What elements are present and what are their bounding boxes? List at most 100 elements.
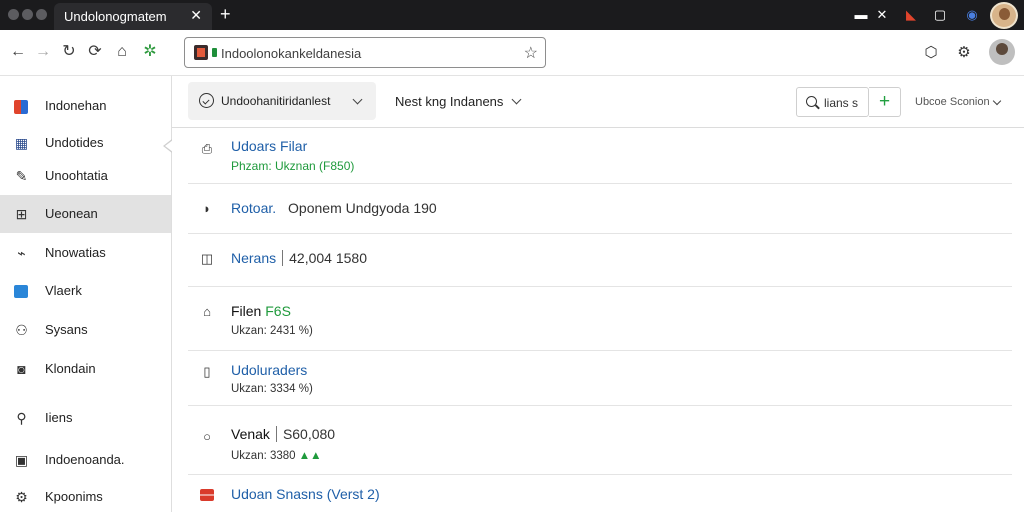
list-item[interactable]: ⎙ Udoars Filar Phzam: Ukznan (F850): [188, 128, 1012, 184]
row-detail: 42,004 1580: [289, 250, 367, 266]
gear-icon: ⚙: [15, 489, 28, 505]
keyboard-icon: ▦: [14, 135, 29, 151]
list-item[interactable]: ○ Venak S60,080 Ukzan: 3380 ▲▲: [188, 406, 1012, 475]
flag-icon: [200, 489, 214, 501]
address-bar[interactable]: Indoolonokankeldanesia ☆: [184, 37, 546, 68]
chevron-down-icon[interactable]: [992, 96, 1002, 106]
sidebar-item-label: Indonehan: [45, 98, 107, 113]
reload-icon[interactable]: ↻: [59, 42, 79, 62]
row-title-group: Filen F6S: [231, 303, 291, 319]
settings-icon[interactable]: ⚙: [955, 43, 973, 61]
sidebar-item-7[interactable]: ◙ Klondain: [0, 350, 171, 388]
row-subtitle: Ukzan: 2431 %): [231, 325, 313, 337]
row-title[interactable]: Venak: [231, 426, 270, 442]
browser-tab[interactable]: Undolonogmatem ✕: [54, 3, 212, 30]
chevron-down-icon: [352, 94, 363, 105]
row-title[interactable]: Udoluraders: [231, 362, 307, 378]
sidebar-item-label: Kpoonims: [45, 489, 103, 504]
sidebar-item-6[interactable]: ⚇ Sysans: [0, 311, 171, 349]
search-button-label: lians s: [824, 96, 859, 110]
sidebar-item-label: Klondain: [45, 361, 96, 376]
tab-title: Undolonogmatem: [64, 9, 167, 24]
sidebar-item-label: Indoenoanda.: [45, 452, 125, 467]
camera-icon: ◙: [17, 361, 26, 377]
lock-icon[interactable]: [212, 48, 217, 57]
home-icon[interactable]: ⌂: [112, 42, 132, 62]
list-item[interactable]: ⌂ Filen F6S Ukzan: 2431 %): [188, 287, 1012, 351]
sidebar-item-10[interactable]: ⚙ Kpoonims: [0, 478, 171, 516]
row-title-group: Venak S60,080: [231, 426, 335, 442]
row-subtitle: Ukzan: 3380: [231, 450, 296, 462]
row-title[interactable]: Nerans: [231, 250, 276, 266]
site-favicon-icon: [194, 45, 208, 60]
row-subtitle: Phzam: Ukznan (F850): [231, 159, 355, 173]
moon-icon: ◗: [203, 201, 211, 216]
window-maximize-dot[interactable]: [36, 9, 47, 20]
people-icon: ⚇: [15, 322, 28, 338]
list-item[interactable]: Udoan Snasns (Verst 2): [188, 475, 1012, 512]
clipboard-icon: ⎙: [201, 141, 213, 156]
collapse-caret-icon[interactable]: [163, 139, 173, 153]
second-dropdown-label[interactable]: Nest kng Indanens: [395, 94, 503, 109]
row-title[interactable]: Udoars Filar: [231, 138, 307, 154]
sidebar-item-4[interactable]: ⌁ Nnowatias: [0, 234, 171, 272]
browser-titlebar: Undolonogmatem ✕ + ▬ ✕ ◣ ▢ ◉: [0, 0, 1024, 30]
cast-icon[interactable]: ◣: [903, 6, 919, 24]
chevron-down-icon[interactable]: [511, 94, 522, 105]
divider: [282, 250, 284, 266]
url-text[interactable]: Indoolonokankeldanesia: [221, 46, 361, 61]
sidebar-item-label: Vlaerk: [45, 283, 82, 298]
row-title[interactable]: Rotoar.: [231, 200, 276, 216]
extension-icon[interactable]: ✲: [140, 42, 160, 62]
row-title[interactable]: Filen: [231, 303, 261, 319]
sort-dropdown-label[interactable]: Ubcoe Sconion: [915, 96, 990, 108]
new-tab-button[interactable]: +: [220, 4, 231, 24]
window-close-dot[interactable]: [8, 9, 19, 20]
sidebar-item-label: Sysans: [45, 322, 88, 337]
sidebar-item-8[interactable]: ⚲ Iiens: [0, 399, 171, 437]
circle-icon: ○: [203, 429, 211, 444]
window-minimize-dot[interactable]: [22, 9, 33, 20]
list-item[interactable]: ▯ Udoluraders Ukzan: 3334 %): [188, 351, 1012, 406]
file-icon: ▯: [203, 364, 211, 379]
minimize-icon[interactable]: ▬: [853, 6, 869, 24]
row-title-group: Nerans 42,004 1580: [231, 250, 367, 266]
row-subtitle-group: Ukzan: 3380 ▲▲: [231, 450, 322, 462]
tab-close-icon[interactable]: ✕: [190, 7, 202, 24]
sidebar-item-2[interactable]: ✎ Unoohtatia: [0, 157, 171, 195]
sidebar-item-label: Iiens: [45, 410, 73, 425]
list-item[interactable]: ◗ Rotoar. Oponem Undgyoda 190: [188, 184, 1012, 234]
divider: [275, 426, 277, 442]
search-button[interactable]: lians s: [796, 87, 869, 117]
filter-dropdown[interactable]: Undoohanitiridanlest: [188, 82, 376, 120]
sidebar-item-9[interactable]: ▣ Indoenoanda.: [0, 441, 171, 479]
forward-arrow-icon[interactable]: →: [33, 42, 53, 62]
sidebar-item-label: Nnowatias: [45, 245, 106, 260]
sidebar-item-label: Ueonean: [45, 206, 98, 221]
filter-dropdown-label: Undoohanitiridanlest: [221, 94, 331, 108]
bank-icon: ⌂: [203, 304, 211, 319]
sidebar-item-3[interactable]: ⊞ Ueonean: [0, 195, 171, 233]
sync-icon[interactable]: ◉: [964, 6, 980, 24]
refresh-alt-icon[interactable]: ⟳: [85, 42, 105, 62]
star-icon[interactable]: ☆: [524, 43, 538, 63]
browser-toolbar: ← → ↻ ⟳ ⌂ ✲ Indoolonokankeldanesia ☆ ⬡ ⚙: [0, 30, 1024, 76]
profile-avatar[interactable]: [990, 2, 1018, 29]
tag-icon: ⌁: [17, 245, 26, 261]
back-arrow-icon[interactable]: ←: [8, 42, 28, 62]
sidebar-item-0[interactable]: Indonehan: [0, 87, 171, 125]
table-icon: ⊞: [15, 206, 28, 222]
row-subtitle: Ukzan: 3334 %): [231, 383, 313, 395]
sidebar-item-5[interactable]: Vlaerk: [0, 272, 171, 310]
close-x-icon[interactable]: ✕: [874, 6, 890, 24]
account-avatar[interactable]: [989, 39, 1015, 65]
row-detail: Oponem Undgyoda 190: [288, 200, 437, 216]
add-button[interactable]: +: [869, 87, 901, 117]
window-icon[interactable]: ▢: [932, 6, 948, 24]
sidebar: Indonehan ▦ Undotides ✎ Unoohtatia ⊞ Ueo…: [0, 76, 172, 512]
row-title[interactable]: Udoan Snasns (Verst 2): [231, 486, 380, 502]
pen-icon: ✎: [15, 168, 28, 184]
shield-icon[interactable]: ⬡: [922, 43, 940, 61]
list-item[interactable]: ◫ Nerans 42,004 1580: [188, 234, 1012, 287]
row-title-group: Rotoar. Oponem Undgyoda 190: [231, 200, 437, 216]
